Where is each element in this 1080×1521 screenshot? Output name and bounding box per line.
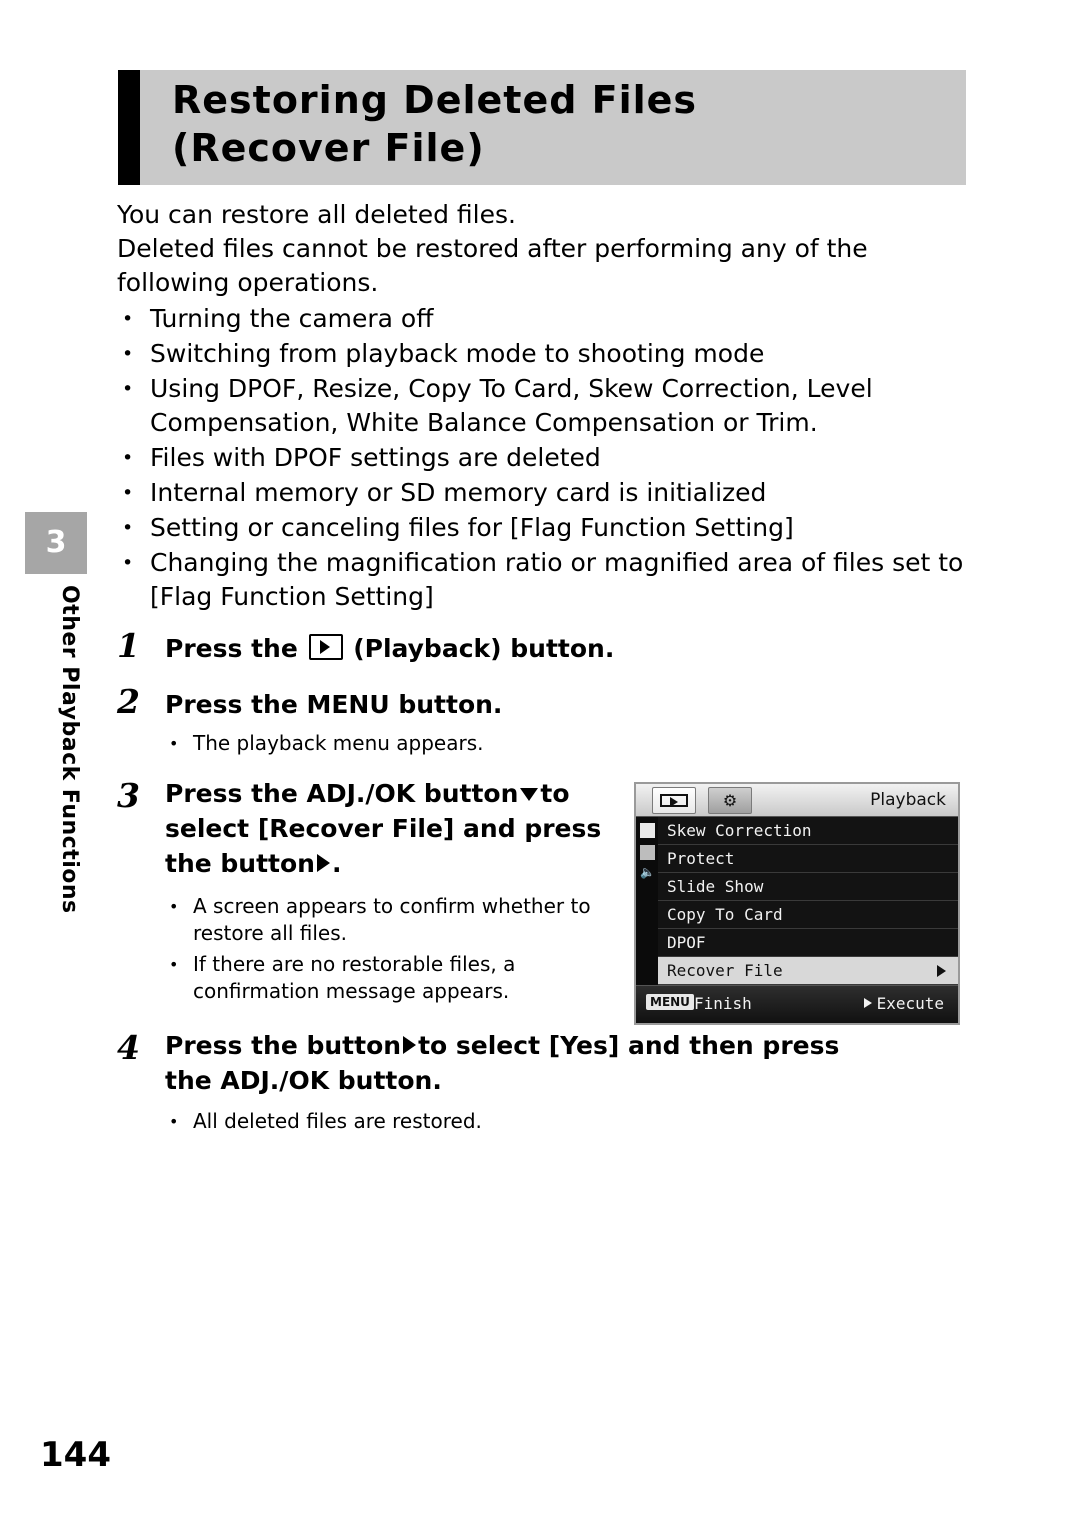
list-item: Turning the camera off [117, 302, 987, 336]
chevron-right-icon [937, 964, 946, 977]
arrow-right-icon [403, 1036, 417, 1054]
lcd-menu-list: Skew Correction Protect Slide Show Copy … [658, 817, 958, 986]
lcd-menu-item-copy-to-card[interactable]: Copy To Card [658, 901, 958, 929]
lcd-menu-item-dpof[interactable]: DPOF [658, 929, 958, 957]
chapter-number: 3 [45, 525, 67, 560]
intro-line-2: Deleted files cannot be restored after p… [117, 234, 868, 297]
page-title-line2: (Recover File) [172, 126, 485, 170]
speaker-icon: 🔈 [640, 865, 655, 879]
lcd-left-rail: 🔈 [636, 817, 658, 986]
list-item: Changing the magnification ratio or magn… [117, 546, 987, 614]
lcd-menu-title: Playback [870, 790, 946, 810]
step-2-number: 2 [117, 682, 140, 721]
lcd-menu-item-skew-correction[interactable]: Skew Correction [658, 817, 958, 845]
arrow-right-icon [863, 998, 872, 1008]
list-item: Internal memory or SD memory card is ini… [117, 476, 987, 510]
step-1-number: 1 [117, 626, 140, 665]
step-2-note: The playback menu appears. [165, 730, 713, 757]
step-4-text: Press the button to select [Yes] and then… [165, 1028, 865, 1098]
lcd-menu-item-label: DPOF [667, 933, 706, 952]
menu-button-chip: MENU [646, 994, 694, 1010]
lcd-menu-item-label: Recover File [667, 961, 783, 980]
step-2-text: Press the MENU button. [165, 690, 503, 719]
setup-wrench-icon: ⚙ [722, 790, 738, 810]
step-1-text: Press the (Playback) button. [165, 631, 765, 666]
step-4-line1-b: to select [418, 1031, 541, 1060]
step-3-note-2: If there are no restorable files, a conf… [165, 951, 643, 1005]
lcd-menu-item-label: Skew Correction [667, 821, 812, 840]
chapter-vertical-label: Other Playback Functions [57, 585, 82, 914]
list-item: Switching from playback mode to shooting… [117, 337, 987, 371]
lcd-menu-item-label: Protect [667, 849, 735, 868]
lcd-menu-item-label: Copy To Card [667, 905, 783, 924]
page-title-line1: Restoring Deleted Files [172, 78, 698, 122]
arrow-down-icon [520, 788, 539, 801]
lcd-menu-item-slide-show[interactable]: Slide Show [658, 873, 958, 901]
list-item: Setting or canceling files for [Flag Fun… [117, 511, 987, 545]
lcd-finish-label: Finish [694, 994, 752, 1013]
step-4-line1-a: Press the button [165, 1031, 402, 1060]
lcd-page-indicator-1-icon [640, 823, 655, 838]
step-3-line2: select [Recover File] and press [165, 814, 602, 843]
conditions-list: Turning the camera off Switching from pl… [117, 302, 987, 615]
chapter-tab: 3 [25, 512, 87, 574]
lcd-top-bar: ⚙ Playback [636, 784, 958, 817]
lcd-page-indicator-2-icon [640, 845, 655, 860]
list-item: Files with DPOF settings are deleted [117, 441, 987, 475]
page-number: 144 [40, 1435, 111, 1475]
lcd-menu-item-label: Slide Show [667, 877, 764, 896]
tab-setup-icon[interactable]: ⚙ [708, 787, 752, 814]
step-3-line1-a: Press the ADJ./OK button [165, 779, 519, 808]
step-3-number: 3 [117, 776, 140, 815]
lcd-menu-item-recover-file[interactable]: Recover File [658, 957, 958, 985]
page-header-accent-bar [118, 70, 140, 185]
camera-screen-screenshot: ⚙ Playback 🔈 Skew Correction Protect Sli… [634, 782, 960, 1025]
arrow-right-icon [316, 854, 330, 872]
step-3-line3-a: the button [165, 849, 315, 878]
step-4-number: 4 [117, 1028, 140, 1067]
step-4-note: All deleted files are restored. [165, 1108, 713, 1135]
step-3-note-1: A screen appears to confirm whether to r… [165, 893, 643, 947]
lcd-execute-label: Execute [863, 994, 944, 1013]
step-3-text: Press the ADJ./OK button to select [Recov… [165, 776, 630, 881]
list-item: Using DPOF, Resize, Copy To Card, Skew C… [117, 372, 987, 440]
chapter-vertical-label-wrap: Other Playback Functions [52, 585, 92, 985]
tab-playback-icon[interactable] [652, 787, 696, 814]
intro-line-1: You can restore all deleted files. [117, 200, 516, 229]
playback-button-icon [308, 634, 343, 660]
lcd-execute-text: Execute [876, 994, 944, 1013]
step-1-text-after: (Playback) button. [353, 634, 615, 663]
lcd-bottom-bar: MENU Finish Execute [636, 985, 958, 1023]
step-1-text-before: Press the [165, 634, 298, 663]
step-3-line3-b: . [331, 849, 342, 878]
lcd-menu-item-protect[interactable]: Protect [658, 845, 958, 873]
step-3-line1-b: to [540, 779, 570, 808]
page-title: Restoring Deleted Files (Recover File) [172, 76, 962, 172]
